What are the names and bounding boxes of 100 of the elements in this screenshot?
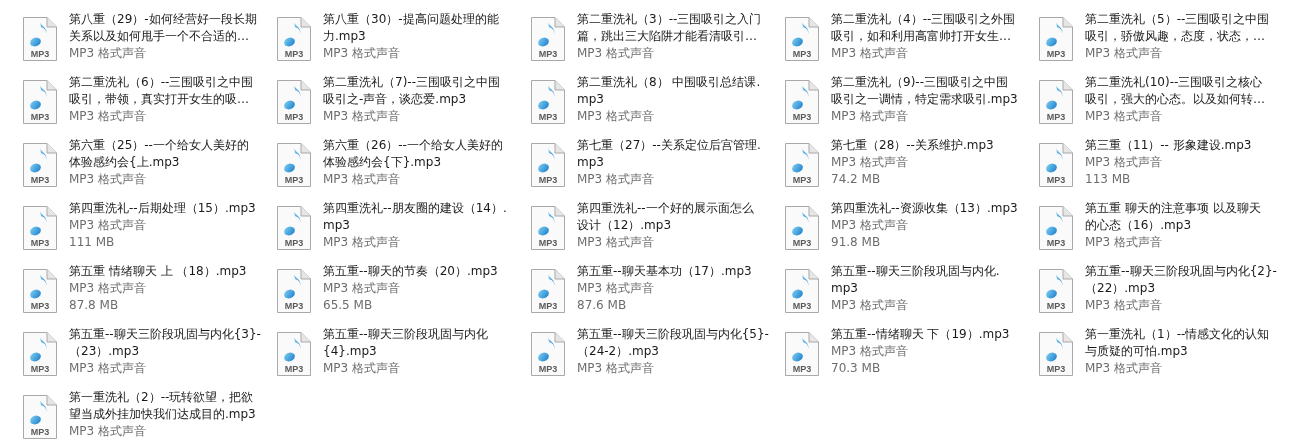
audio-file-icon[interactable]: MP3 xyxy=(784,16,820,62)
file-size: 87.6 MB xyxy=(577,297,628,314)
file-name: 第八重（30）-提高问题处理的能 力.mp3 xyxy=(323,11,499,45)
audio-file-icon[interactable]: MP3 xyxy=(22,268,58,314)
file-type: MP3 格式声音 xyxy=(831,217,910,234)
file-name: 第八重（29）-如何经营好一段长期 关系以及如何甩手一个不合适的… xyxy=(69,11,257,45)
file-name: 第七重（28）--关系维护.mp3 xyxy=(831,137,994,154)
file-name: 第五重--聊天三阶段巩固与内化. mp3 xyxy=(831,263,1000,297)
file-type: MP3 格式声音 xyxy=(831,297,910,314)
audio-file-icon[interactable]: MP3 xyxy=(530,268,566,314)
audio-file-icon[interactable]: MP3 xyxy=(1038,16,1074,62)
file-name: 第二重洗礼（4）--三围吸引之外围 吸引，如和利用高富帅打开女生… xyxy=(831,11,1016,45)
audio-file-icon[interactable]: MP3 xyxy=(22,79,58,125)
file-type: MP3 格式声音 xyxy=(69,280,148,297)
file-type: MP3 格式声音 xyxy=(831,45,910,62)
file-type: MP3 格式声音 xyxy=(831,108,910,125)
file-type: MP3 格式声音 xyxy=(323,171,402,188)
audio-file-icon[interactable]: MP3 xyxy=(22,331,58,377)
audio-file-icon[interactable]: MP3 xyxy=(22,16,58,62)
audio-file-icon[interactable]: MP3 xyxy=(784,142,820,188)
file-size: 91.8 MB xyxy=(831,234,882,251)
audio-file-icon[interactable]: MP3 xyxy=(530,331,566,377)
file-type: MP3 格式声音 xyxy=(1085,234,1164,251)
audio-file-icon[interactable]: MP3 xyxy=(22,394,58,440)
file-size: 74.2 MB xyxy=(831,171,882,188)
file-type: MP3 格式声音 xyxy=(323,280,402,297)
file-type: MP3 格式声音 xyxy=(577,234,656,251)
file-name: 第二重洗礼（5）--三围吸引之中围 吸引，骄傲风趣，态度，状态，… xyxy=(1085,11,1270,45)
file-type: MP3 格式声音 xyxy=(323,45,402,62)
audio-file-icon[interactable]: MP3 xyxy=(276,79,312,125)
audio-file-icon[interactable]: MP3 xyxy=(530,142,566,188)
file-name: 第七重（27）--关系定位后宫管理. mp3 xyxy=(577,137,761,171)
file-type: MP3 格式声音 xyxy=(1085,108,1164,125)
file-name: 第二重洗礼（6）--三围吸引之中围 吸引，带领，真实打开女生的吸… xyxy=(69,74,254,108)
file-type: MP3 格式声音 xyxy=(1085,154,1164,171)
file-name: 第四重洗礼--朋友圈的建设（14）. mp3 xyxy=(323,200,507,234)
file-type: MP3 格式声音 xyxy=(69,217,148,234)
audio-file-icon[interactable]: MP3 xyxy=(784,331,820,377)
file-type: MP3 格式声音 xyxy=(577,360,656,377)
audio-file-icon[interactable]: MP3 xyxy=(1038,268,1074,314)
file-name: 第一重洗礼（1）--情感文化的认知 与质疑的可怕.mp3 xyxy=(1085,326,1270,360)
file-size: 111 MB xyxy=(69,234,116,251)
file-type: MP3 格式声音 xyxy=(69,45,148,62)
file-type: MP3 格式声音 xyxy=(323,360,402,377)
file-name: 第五重 聊天的注意事项 以及聊天 的心态（16）.mp3 xyxy=(1085,200,1261,234)
file-name: 第五重--聊天基本功（17）.mp3 xyxy=(577,263,752,280)
file-name: 第五重--聊天的节奏（20）.mp3 xyxy=(323,263,498,280)
file-name: 第二重洗礼（7)--三围吸引之中围 吸引之-声音，谈恋爱.mp3 xyxy=(323,74,500,108)
file-name: 第五重--情绪聊天 下（19）.mp3 xyxy=(831,326,1010,343)
file-type: MP3 格式声音 xyxy=(1085,297,1164,314)
file-type: MP3 格式声音 xyxy=(323,108,402,125)
file-type: MP3 格式声音 xyxy=(69,360,148,377)
audio-file-icon[interactable]: MP3 xyxy=(530,79,566,125)
audio-file-icon[interactable]: MP3 xyxy=(22,142,58,188)
audio-file-icon[interactable]: MP3 xyxy=(1038,331,1074,377)
file-name: 第六重（25）--一个给女人美好的 体验感约会{上.mp3 xyxy=(69,137,249,171)
audio-file-icon[interactable]: MP3 xyxy=(276,142,312,188)
file-name: 第五重--聊天三阶段巩固与内化{5}- （24-2）.mp3 xyxy=(577,326,769,360)
audio-file-icon[interactable]: MP3 xyxy=(530,205,566,251)
file-type: MP3 格式声音 xyxy=(831,343,910,360)
file-size: 70.3 MB xyxy=(831,360,882,377)
file-type: MP3 格式声音 xyxy=(1085,360,1164,377)
file-name: 第五重--聊天三阶段巩固与内化{3}- （23）.mp3 xyxy=(69,326,261,360)
file-name: 第二重洗礼(10)--三围吸引之核心 吸引，强大的心态。以及如何转… xyxy=(1085,74,1265,108)
file-type: MP3 格式声音 xyxy=(323,234,402,251)
file-type: MP3 格式声音 xyxy=(831,154,910,171)
file-size: 65.5 MB xyxy=(323,297,374,314)
file-name: 第四重洗礼--一个好的展示面怎么 设计（12）.mp3 xyxy=(577,200,754,234)
file-name: 第四重洗礼--后期处理（15）.mp3 xyxy=(69,200,256,217)
file-type: MP3 格式声音 xyxy=(577,108,656,125)
file-size: 113 MB xyxy=(1085,171,1132,188)
file-type: MP3 格式声音 xyxy=(69,423,148,440)
audio-file-icon[interactable]: MP3 xyxy=(276,16,312,62)
file-name: 第六重（26）--一个给女人美好的 体验感约会{下}.mp3 xyxy=(323,137,503,171)
file-type: MP3 格式声音 xyxy=(577,45,656,62)
audio-file-icon[interactable]: MP3 xyxy=(22,205,58,251)
file-name: 第五重 情绪聊天 上 （18）.mp3 xyxy=(69,263,247,280)
file-name: 第四重洗礼--资源收集（13）.mp3 xyxy=(831,200,1018,217)
file-name: 第五重--聊天三阶段巩固与内化{2}- （22）.mp3 xyxy=(1085,263,1277,297)
audio-file-icon[interactable]: MP3 xyxy=(530,16,566,62)
file-size: 87.8 MB xyxy=(69,297,120,314)
file-name: 第二重洗礼（3）--三围吸引之入门 篇，跳出三大陷阱才能看清吸引… xyxy=(577,11,762,45)
audio-file-icon[interactable]: MP3 xyxy=(784,268,820,314)
file-type: MP3 格式声音 xyxy=(577,280,656,297)
file-type: MP3 格式声音 xyxy=(577,171,656,188)
audio-file-icon[interactable]: MP3 xyxy=(1038,205,1074,251)
file-type: MP3 格式声音 xyxy=(1085,45,1164,62)
audio-file-icon[interactable]: MP3 xyxy=(1038,142,1074,188)
audio-file-icon[interactable]: MP3 xyxy=(784,205,820,251)
file-name: 第三重（11）-- 形象建设.mp3 xyxy=(1085,137,1252,154)
audio-file-icon[interactable]: MP3 xyxy=(276,331,312,377)
file-name: 第二重洗礼（9)--三围吸引之中围 吸引之一调情，特定需求吸引.mp3 xyxy=(831,74,1018,108)
file-name: 第二重洗礼（8） 中围吸引总结课. mp3 xyxy=(577,74,761,108)
file-name: 第一重洗礼（2）--玩转欲望，把欲 望当成外挂加快我们达成目的.mp3 xyxy=(69,389,256,423)
audio-file-icon[interactable]: MP3 xyxy=(784,79,820,125)
file-type: MP3 格式声音 xyxy=(69,171,148,188)
audio-file-icon[interactable]: MP3 xyxy=(276,268,312,314)
audio-file-icon[interactable]: MP3 xyxy=(1038,79,1074,125)
audio-file-icon[interactable]: MP3 xyxy=(276,205,312,251)
file-type: MP3 格式声音 xyxy=(69,108,148,125)
